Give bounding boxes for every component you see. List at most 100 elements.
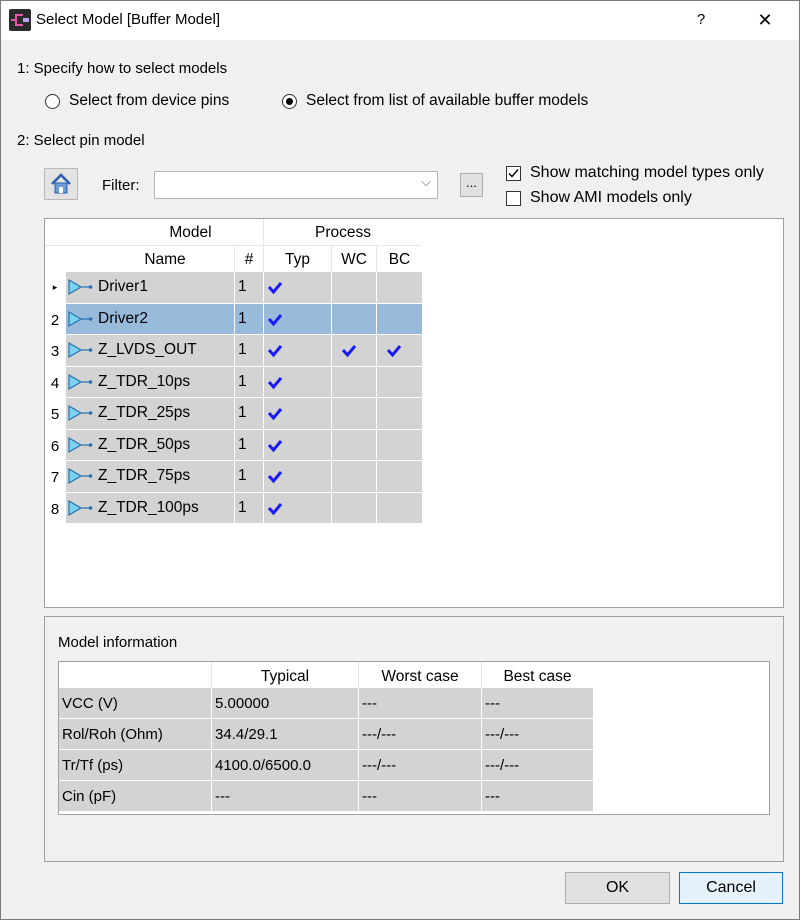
header-vdivider	[234, 246, 235, 272]
show-matching-checkbox[interactable]: Show matching model types only	[506, 164, 764, 182]
process-wc-cell	[332, 335, 376, 366]
info-header-best: Best case	[482, 668, 593, 686]
header-vdivider	[263, 219, 264, 272]
info-value-bc: ---	[482, 781, 593, 811]
info-header-divider	[358, 662, 359, 688]
filter-input[interactable]: ⌵	[154, 171, 438, 199]
buffer-model-icon	[66, 272, 96, 303]
ok-button[interactable]: OK	[565, 872, 670, 904]
checkmark-icon	[267, 282, 283, 295]
checkmark-icon	[267, 439, 283, 452]
model-count: 1	[235, 272, 263, 303]
col-count[interactable]: #	[235, 251, 263, 269]
buffer-model-icon	[66, 429, 96, 460]
info-row-label: Cin (pF)	[59, 781, 211, 811]
buffer-model-icon	[66, 461, 96, 492]
checkmark-icon	[267, 345, 283, 358]
info-header-divider	[481, 662, 482, 688]
process-wc-cell	[332, 303, 376, 334]
model-name: Driver1	[96, 272, 234, 303]
home-icon	[51, 173, 71, 194]
process-bc-cell	[377, 303, 422, 334]
browse-button[interactable]: ...	[460, 173, 483, 197]
row-number[interactable]: ▸	[45, 282, 65, 293]
process-wc-cell	[332, 398, 376, 429]
row-number[interactable]: 2	[45, 312, 65, 329]
info-value-wc: ---	[359, 688, 481, 718]
process-typ-cell	[264, 398, 331, 429]
buffer-model-icon	[66, 398, 96, 429]
model-count: 1	[235, 398, 263, 429]
show-matching-label: Show matching model types only	[530, 164, 764, 181]
model-count: 1	[235, 492, 263, 523]
checkmark-icon	[341, 345, 357, 358]
process-bc-cell	[377, 492, 422, 523]
process-bc-cell	[377, 366, 422, 397]
checkmark-icon	[386, 345, 402, 358]
info-value-bc: ---/---	[482, 750, 593, 780]
row-number[interactable]: 7	[45, 469, 65, 486]
checkmark-icon	[267, 471, 283, 484]
row-number[interactable]: 4	[45, 375, 65, 392]
checkbox-checked-icon	[506, 165, 521, 181]
row-number[interactable]: 3	[45, 343, 65, 360]
chevron-down-icon[interactable]: ⌵	[421, 174, 431, 190]
process-wc-cell	[332, 492, 376, 523]
info-row-label: VCC (V)	[59, 688, 211, 718]
model-count: 1	[235, 335, 263, 366]
col-typ[interactable]: Typ	[264, 251, 331, 269]
info-value-bc: ---	[482, 688, 593, 718]
close-button[interactable]: ✕	[752, 8, 778, 32]
buffer-model-icon	[66, 492, 96, 523]
col-name[interactable]: Name	[96, 251, 234, 269]
info-row-label: Rol/Roh (Ohm)	[59, 719, 211, 749]
row-number[interactable]: 6	[45, 438, 65, 455]
radio-select-from-list[interactable]: Select from list of available buffer mod…	[282, 92, 588, 110]
row-number[interactable]: 5	[45, 406, 65, 423]
checkmark-icon	[267, 502, 283, 515]
row-number[interactable]: 8	[45, 501, 65, 518]
model-name: Z_TDR_25ps	[96, 398, 234, 429]
process-bc-cell	[377, 335, 422, 366]
step1-label: 1: Specify how to select models	[17, 60, 228, 77]
header-model: Model	[96, 224, 285, 242]
header-vdivider	[376, 246, 377, 272]
info-header-divider	[211, 662, 212, 688]
info-value-bc: ---/---	[482, 719, 593, 749]
radio-pins-label: Select from device pins	[69, 92, 230, 109]
buffer-model-icon	[66, 366, 96, 397]
radio-select-from-pins[interactable]: Select from device pins	[45, 92, 229, 110]
col-bc[interactable]: BC	[377, 251, 422, 269]
model-count: 1	[235, 366, 263, 397]
checkbox-unchecked-icon	[506, 190, 521, 206]
info-value-wc: ---/---	[359, 750, 481, 780]
show-ami-checkbox[interactable]: Show AMI models only	[506, 189, 692, 207]
model-name: Driver2	[96, 303, 234, 334]
process-typ-cell	[264, 272, 331, 303]
info-header-worst: Worst case	[359, 668, 481, 686]
step2-label: 2: Select pin model	[17, 132, 145, 149]
process-typ-cell	[264, 429, 331, 460]
checkmark-icon	[267, 376, 283, 389]
home-button[interactable]	[44, 168, 78, 200]
process-wc-cell	[332, 366, 376, 397]
radio-off-icon	[45, 93, 60, 109]
checkmark-icon	[267, 313, 283, 326]
model-count: 1	[235, 303, 263, 334]
info-header-typical: Typical	[212, 668, 358, 686]
process-typ-cell	[264, 461, 331, 492]
cancel-button[interactable]: Cancel	[679, 872, 783, 904]
info-value-typ: 34.4/29.1	[212, 719, 358, 749]
model-name: Z_TDR_10ps	[96, 366, 234, 397]
info-value-wc: ---/---	[359, 719, 481, 749]
show-ami-label: Show AMI models only	[530, 189, 692, 206]
process-typ-cell	[264, 303, 331, 334]
help-button[interactable]: ?	[690, 8, 712, 32]
header-divider	[45, 245, 421, 246]
process-bc-cell	[377, 461, 422, 492]
process-wc-cell	[332, 429, 376, 460]
col-wc[interactable]: WC	[332, 251, 376, 269]
model-name: Z_LVDS_OUT	[96, 335, 234, 366]
buffer-model-icon	[66, 335, 96, 366]
model-grid[interactable]: Model Process Name # Typ WC BC ▸ Driver1 1…	[44, 218, 784, 608]
